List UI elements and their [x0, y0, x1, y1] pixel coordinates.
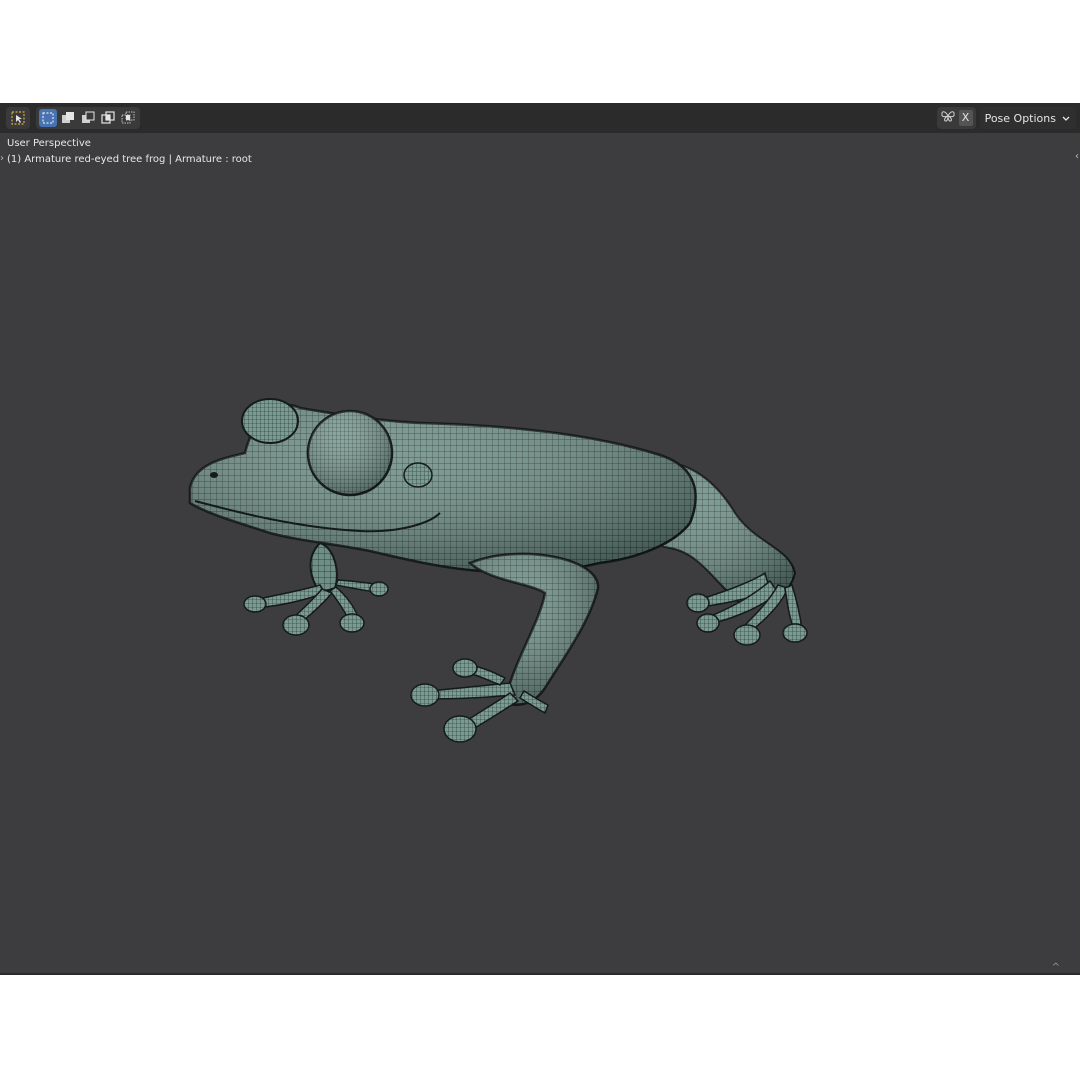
select-box-icon[interactable] [9, 109, 27, 127]
frog-body [188, 398, 697, 574]
header-right-tools: X Pose Options [936, 107, 1076, 129]
toolbar-expand-icon[interactable]: › [0, 153, 4, 164]
3d-viewport[interactable]: X Pose Options User Perspective (1) Arma… [0, 103, 1080, 975]
front-leg-right [410, 552, 600, 743]
pose-options-label: Pose Options [984, 111, 1056, 125]
pose-options-dropdown[interactable]: Pose Options [979, 107, 1076, 129]
select-subtract-icon[interactable] [79, 109, 97, 127]
front-leg-left [243, 541, 389, 636]
select-mode-group[interactable] [36, 107, 140, 129]
frog-mesh[interactable] [0, 103, 1080, 975]
butterfly-mirror-icon[interactable] [940, 108, 956, 128]
active-object-label: (1) Armature red-eyed tree frog | Armatu… [7, 154, 252, 165]
select-new-icon[interactable] [39, 109, 57, 127]
viewport-header: X Pose Options [0, 103, 1080, 133]
active-tool-group[interactable] [6, 107, 30, 129]
viewport-border [0, 973, 1080, 975]
view-perspective-label: User Perspective [7, 138, 91, 149]
chevron-down-icon [1062, 112, 1070, 125]
sidebar-expand-icon[interactable]: ‹ [1075, 151, 1079, 162]
select-intersect-icon[interactable] [119, 109, 137, 127]
timeline-expand-icon[interactable]: ^ [1052, 962, 1060, 973]
select-difference-icon[interactable] [99, 109, 117, 127]
x-mirror-button[interactable]: X [958, 110, 973, 126]
select-extend-icon[interactable] [59, 109, 77, 127]
mirror-toggle-group[interactable]: X [936, 107, 976, 129]
